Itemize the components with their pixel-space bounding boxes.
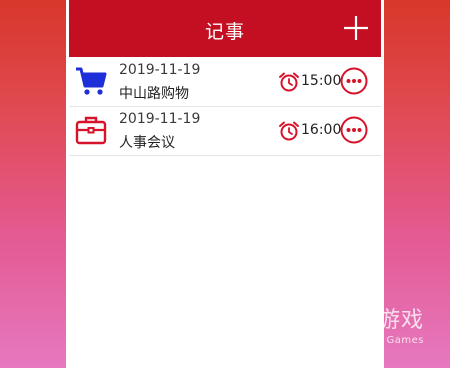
watermark-en-text: Rengwan Games <box>333 335 424 346</box>
item-time: 15:00 <box>301 73 342 89</box>
item-date: 2019-11-19 <box>119 111 201 127</box>
watermark: 仍玩游戏 Rengwan Games <box>284 302 424 346</box>
list-item[interactable]: 2019-11-19 中山路购物 15:00 <box>69 58 381 107</box>
alarm-clock-icon <box>279 72 299 92</box>
page-title: 记事 <box>204 21 245 43</box>
item-time: 16:00 <box>301 122 342 138</box>
item-title: 人事会议 <box>119 135 175 151</box>
item-title: 中山路购物 <box>119 86 189 102</box>
more-options-button[interactable] <box>340 116 368 144</box>
add-button[interactable] <box>342 14 370 42</box>
briefcase-icon <box>75 116 107 145</box>
list-item[interactable]: 2019-11-19 人事会议 16:00 <box>69 107 381 156</box>
watermark-logo-icon <box>284 304 319 340</box>
shopping-cart-icon <box>76 67 107 95</box>
item-date: 2019-11-19 <box>119 62 201 78</box>
alarm-clock-icon <box>279 121 299 141</box>
more-options-button[interactable] <box>340 67 368 95</box>
watermark-cn-text: 仍玩游戏 <box>331 308 424 333</box>
app-header: 记事 <box>69 0 381 57</box>
